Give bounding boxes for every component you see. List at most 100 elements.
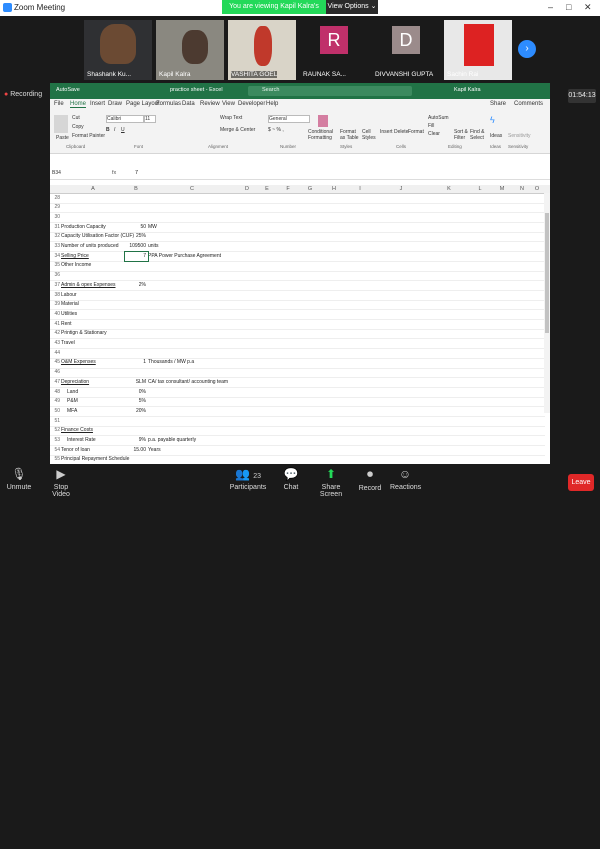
font-size-select[interactable]: 11 [144,115,156,123]
cell-c[interactable]: Thousands / MW p.a [148,359,194,365]
cell-b[interactable]: SLM [126,379,146,385]
row-number[interactable]: 44 [50,350,60,356]
column-header[interactable]: O [531,186,543,192]
row-number[interactable]: 53 [50,437,60,443]
cell-c[interactable]: CA/ tax consultant/ accounting team [148,379,228,385]
column-header[interactable]: C [147,186,237,192]
column-header[interactable]: I [347,186,373,192]
paste-button[interactable]: Paste [56,135,69,141]
cell-b[interactable]: 2% [126,282,146,288]
formula-input[interactable]: 7 [135,170,138,176]
underline-button[interactable]: U [121,127,125,133]
row-number[interactable]: 33 [50,243,60,249]
row-number[interactable]: 38 [50,292,60,298]
cell-a[interactable]: Utilities [61,311,77,317]
tab-page-layout[interactable]: Page Layout [126,101,160,107]
row-number[interactable]: 51 [50,418,60,424]
row-number[interactable]: 48 [50,389,60,395]
tab-data[interactable]: Data [182,101,195,107]
cell-a[interactable]: Labour [61,292,77,298]
cell-b[interactable]: 9% [126,437,146,443]
cell-a[interactable]: Depreciation [61,379,89,385]
table-row[interactable]: 55 Principal Repayment Schedule [50,455,545,464]
row-number[interactable]: 49 [50,398,60,404]
row-number[interactable]: 28 [50,195,60,201]
cell-a[interactable]: Rent [61,321,72,327]
cell-b[interactable]: 20% [126,408,146,414]
cell-c[interactable]: p.a. payable quarterly [148,437,196,443]
row-number[interactable]: 43 [50,340,60,346]
leave-button[interactable]: Leave [568,474,594,491]
next-page-icon[interactable]: › [518,40,536,58]
clear-button[interactable]: Clear [428,131,440,137]
user-name[interactable]: Kapil Kalra [454,87,481,93]
comments-button[interactable]: Comments [514,101,543,107]
column-header[interactable]: E [257,186,277,192]
cell-a[interactable]: Capacity Utilisation Factor (CUF) [61,233,134,239]
participant-tile[interactable]: Kapil Kalra [156,20,224,80]
row-number[interactable]: 42 [50,330,60,336]
scrollbar-thumb[interactable] [545,213,549,333]
merge-center-button[interactable]: Merge & Center [220,127,255,133]
record-button[interactable]: ⏺ Record [358,467,382,492]
cell-b[interactable]: 5% [126,398,146,404]
minimize-icon[interactable]: – [548,2,553,12]
row-number[interactable]: 31 [50,224,60,230]
close-icon[interactable]: ✕ [584,2,592,13]
conditional-formatting-button[interactable]: Conditional Formatting [308,129,338,141]
participant-tile[interactable]: VASHITA GOEL [228,20,296,80]
cell-c[interactable]: PPA Power Purchase Agreement [148,253,221,259]
cell-a[interactable]: Finance Costs [61,427,93,433]
column-header[interactable]: B [125,186,147,192]
reactions-button[interactable]: ☺ Reactions [390,467,421,491]
font-select[interactable]: Calibri [106,115,144,123]
participant-tile[interactable]: D DIVVANSHI GUPTA [372,20,440,80]
row-number[interactable]: 30 [50,214,60,220]
share-button[interactable]: Share [490,101,506,107]
cell-b[interactable]: 0% [126,389,146,395]
share-screen-button[interactable]: ⬆ Share Screen [312,467,350,849]
cell-a[interactable]: MFA [67,408,77,414]
cell-b[interactable]: 1 [126,359,146,365]
row-number[interactable]: 40 [50,311,60,317]
format-table-button[interactable]: Format as Table [340,129,362,141]
format-painter-button[interactable]: Format Painter [72,133,105,139]
participant-tile[interactable]: Sachin Rai [444,20,512,80]
fill-button[interactable]: Fill [428,123,434,129]
search-box[interactable]: Search [248,86,412,96]
format-cells-button[interactable]: Format [408,129,424,135]
spreadsheet-grid[interactable]: 28 29 30 31 Production Capacity 50 MW 32 Capacit… [50,193,550,464]
cell-a[interactable]: O&M Expenses [61,359,96,365]
column-header[interactable]: A [61,186,125,192]
row-number[interactable]: 34 [50,253,60,259]
fx-icon[interactable]: fx [112,170,116,176]
row-number[interactable]: 41 [50,321,60,327]
row-number[interactable]: 35 [50,262,60,268]
unmute-button[interactable]: 🎙 Unmute [4,467,34,491]
tab-review[interactable]: Review [200,101,220,107]
cell-a[interactable]: Other Income [61,262,91,268]
column-header[interactable]: J [373,186,429,192]
find-select-button[interactable]: Find & Select [470,129,486,141]
tab-insert[interactable]: Insert [90,101,105,107]
currency-button[interactable]: $ ~ % , [268,127,284,133]
participants-button[interactable]: 👥 23 Participants [228,467,268,491]
chat-button[interactable]: 💬 Chat [280,467,302,491]
ideas-icon[interactable]: ϟ [490,115,495,125]
sort-filter-button[interactable]: Sort & Filter [454,129,470,141]
row-number[interactable]: 52 [50,427,60,433]
row-number[interactable]: 37 [50,282,60,288]
name-box[interactable]: B34 [52,170,61,176]
column-header[interactable]: N [513,186,531,192]
tab-help[interactable]: Help [266,101,278,107]
column-header[interactable]: L [469,186,491,192]
bold-button[interactable]: B [106,127,110,133]
row-number[interactable]: 54 [50,447,60,453]
cell-a[interactable]: Selling Price [61,253,89,259]
italic-button[interactable]: I [114,127,115,133]
cell-a[interactable]: Land [67,389,78,395]
stop-video-button[interactable]: ▶ Stop Video [44,467,78,498]
copy-button[interactable]: Copy [72,124,84,130]
ideas-button[interactable]: Ideas [490,133,502,139]
cell-c[interactable]: MW [148,224,157,230]
